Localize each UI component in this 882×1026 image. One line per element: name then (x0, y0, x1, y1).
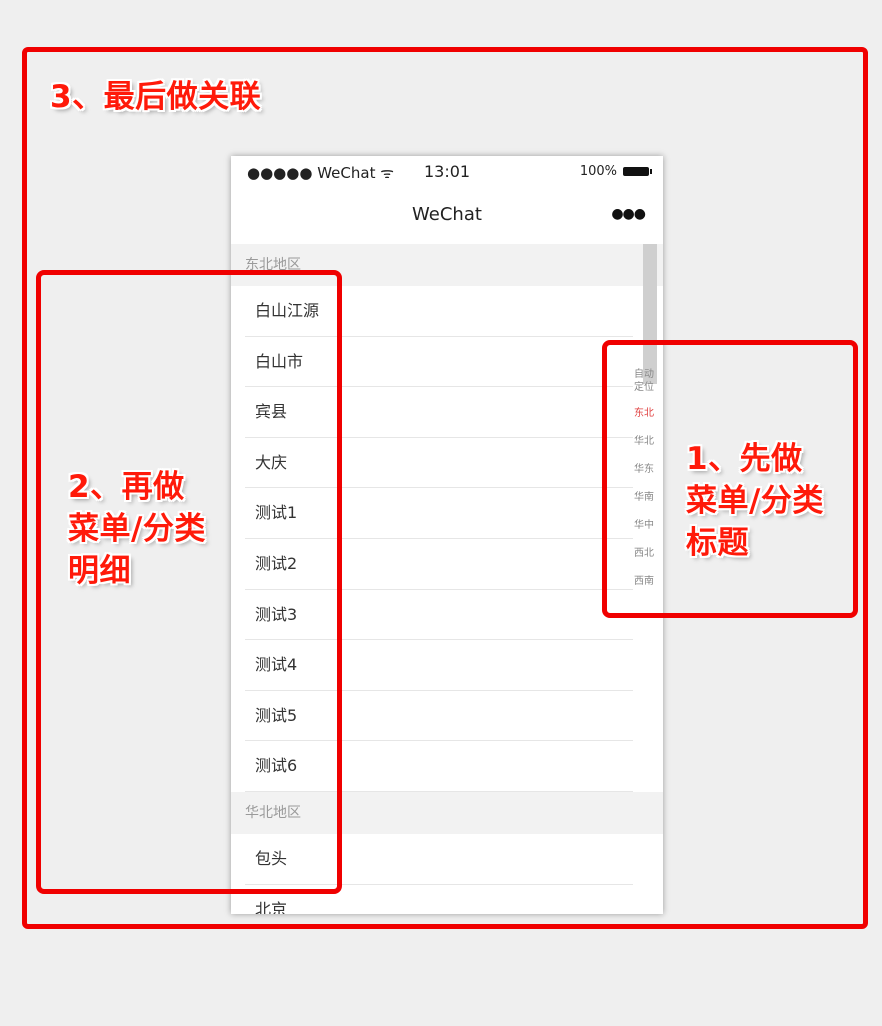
battery-percent: 100% (579, 164, 617, 179)
nav-title: WeChat (412, 204, 482, 225)
status-battery: 100% (579, 164, 652, 179)
annotation-step-3: 3、最后做关联 (50, 79, 262, 115)
more-icon[interactable]: ●●● (611, 206, 646, 222)
battery-icon (623, 167, 652, 176)
annotation-step-2: 2、再做 菜单/分类 明细 (68, 469, 206, 589)
annotation-step-1: 1、先做 菜单/分类 标题 (686, 441, 824, 561)
status-carrier: ●●●●● WeChat ᯤ (247, 164, 394, 182)
status-time: 13:01 (424, 162, 471, 181)
nav-bar: WeChat ●●● (231, 190, 663, 244)
status-bar: ●●●●● WeChat ᯤ 13:01 100% (231, 156, 663, 190)
